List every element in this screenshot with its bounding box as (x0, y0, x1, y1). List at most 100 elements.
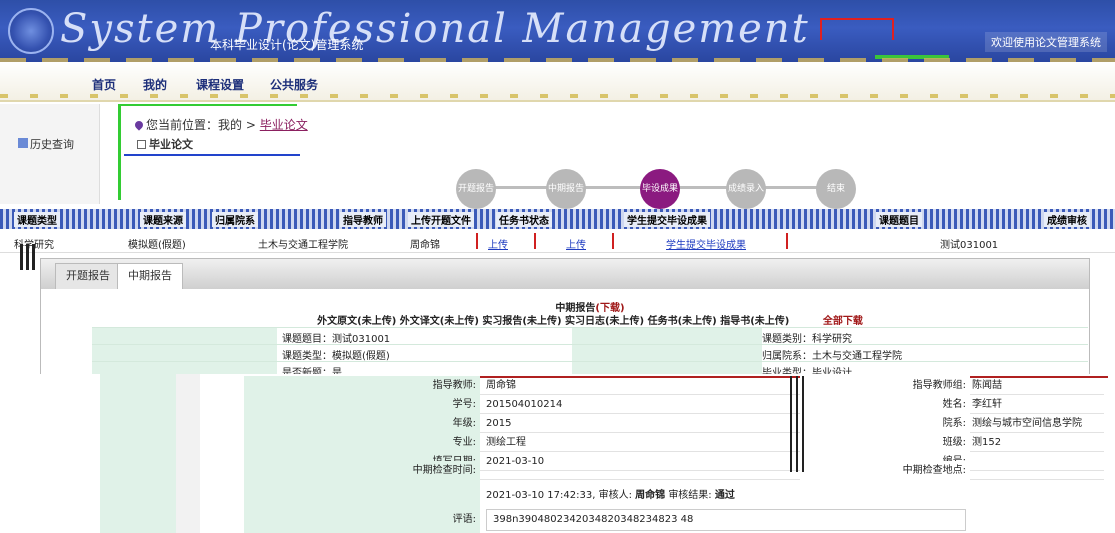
detail-side-panel (176, 374, 200, 533)
render-glitch (26, 244, 29, 270)
field-label: 年级: (244, 414, 480, 433)
step-proposal[interactable]: 开题报告 (456, 169, 496, 209)
nav-item-mine[interactable]: 我的 (143, 76, 167, 93)
report-field: 课题题目：测试031001 (282, 334, 391, 345)
label-cell (572, 328, 762, 345)
field-label: 指导教师: (244, 376, 480, 395)
table-row: 指导教师: 周命锦 指导教师组: 陈闻喆 (244, 376, 1104, 395)
comment-row: 评语: 398n3904802342034820348234823 48 (244, 506, 1104, 533)
step-end[interactable]: 结束 (816, 169, 856, 209)
field-label: 专业: (244, 433, 480, 452)
sidebar-item-history[interactable]: 历史查询 (30, 136, 74, 152)
field-value: 测152 (972, 437, 1002, 448)
cell-teacher: 周命锦 (410, 240, 440, 251)
field-label: 班级: (800, 433, 970, 452)
column-header: 指导教师 (340, 212, 386, 227)
annotation-mark (476, 233, 478, 249)
field-value: 测绘工程 (486, 437, 526, 448)
review-time: 2021-03-10 17:42:33, 审核人: (486, 490, 632, 501)
annotation-mark (612, 233, 614, 249)
label-cell (572, 345, 762, 362)
review-row: 2021-03-10 17:42:33, 审核人: 周命锦 审核结果: 通过 (244, 480, 1104, 506)
breadcrumb: 您当前位置：我的 > 毕业论文 (133, 116, 308, 133)
upload-link[interactable]: 上传 (566, 236, 586, 251)
annotation-mark (124, 154, 300, 156)
step-grading[interactable]: 成绩录入 (726, 169, 766, 209)
progress-steps: 开题报告 中期报告 毕设成果 成绩录入 结束 (448, 167, 868, 209)
breadcrumb-box: 您当前位置：我的 > 毕业论文 毕业论文 (118, 104, 308, 200)
location-pin-icon (133, 119, 145, 131)
column-header: 成绩审核 (1044, 212, 1090, 227)
field-label: 院系: (800, 414, 970, 433)
main-nav: 首页 我的 课程设置 公共服务 (0, 62, 1115, 102)
field-value: 李红轩 (972, 399, 1002, 410)
column-header: 课题题目 (876, 212, 922, 227)
tab-bar: 开题报告 中期报告 (41, 259, 1089, 289)
field-value: 201504010214 (486, 399, 563, 410)
history-icon (18, 138, 28, 148)
table-row: 专业: 测绘工程 班级: 测152 (244, 433, 1104, 452)
field-label: 中期检查地点: (800, 461, 970, 480)
step-midterm[interactable]: 中期报告 (546, 169, 586, 209)
label-cell (244, 480, 480, 506)
column-header: 上传开题文件 (408, 212, 474, 227)
comment-field[interactable]: 398n3904802342034820348234823 48 (486, 509, 966, 531)
table-row: 年级: 2015 院系: 测绘与城市空间信息学院 (244, 414, 1104, 433)
review-info: 2021-03-10 17:42:33, 审核人: 周命锦 审核结果: 通过 (486, 486, 735, 501)
attachments-status: 外文原文(未上传) 外文译文(未上传) 实习报告(未上传) 实习日志(未上传) … (92, 312, 1088, 327)
comment-label: 评语: (244, 506, 480, 533)
report-field: 课题类别：科学研究 (762, 334, 852, 345)
field-label: 姓名: (800, 395, 970, 414)
table-row: 科学研究 模拟题(假题) 土木与交通工程学院 周命锦 上传 上传 学生提交毕设成… (0, 231, 1115, 253)
annotation-mark (786, 233, 788, 249)
nav-item-course[interactable]: 课程设置 (196, 76, 244, 93)
report-row: 课题题目：测试031001 课题类别：科学研究 (92, 327, 1088, 345)
nav-item-public-service[interactable]: 公共服务 (270, 76, 318, 93)
column-header: 课题来源 (140, 212, 186, 227)
report-row: 课题类型：模拟题(假题) 归属院系：土木与交通工程学院 (92, 344, 1088, 362)
label-cell (92, 345, 277, 362)
breadcrumb-separator: > (245, 118, 256, 132)
info-table-header: 课题类型 课题来源 归属院系 指导教师 上传开题文件 任务书状态 学生提交毕设成… (0, 209, 1115, 229)
nav-decoration (0, 94, 1115, 98)
breadcrumb-prefix: 您当前位置：我的 (146, 118, 243, 132)
university-logo (8, 8, 54, 54)
render-glitch (802, 376, 804, 472)
cell-source: 模拟题(假题) (128, 240, 186, 251)
cell-dept: 土木与交通工程学院 (258, 240, 348, 251)
table-row: 中期检查时间: 中期检查地点: (244, 461, 1104, 480)
welcome-text: 欢迎使用论文管理系统 (985, 32, 1107, 52)
field-label: 指导教师组: (800, 376, 970, 395)
annotation-mark (121, 104, 297, 106)
column-header: 归属院系 (212, 212, 258, 227)
label-cell (92, 328, 277, 345)
render-glitch (20, 244, 23, 270)
nav-item-home[interactable]: 首页 (92, 76, 116, 93)
attachments-list: 外文原文(未上传) 外文译文(未上传) 实习报告(未上传) 实习日志(未上传) … (317, 316, 790, 327)
folder-icon (137, 140, 146, 149)
column-header: 任务书状态 (496, 212, 552, 227)
download-all-link[interactable]: 全部下载 (823, 316, 863, 327)
report-field: 归属院系：土木与交通工程学院 (762, 351, 902, 362)
detail-table: 指导教师: 周命锦 指导教师组: 陈闻喆 学号: 201504010214 姓名… (244, 376, 1104, 533)
field-value: 2015 (486, 418, 512, 429)
tab-midterm[interactable]: 中期报告 (117, 263, 183, 289)
annotation-mark (534, 233, 536, 249)
breadcrumb-current[interactable]: 毕业论文 (260, 118, 308, 132)
page-title: 毕业论文 (137, 136, 193, 152)
table-row: 学号: 201504010214 姓名: 李红轩 (244, 395, 1104, 414)
tab-proposal[interactable]: 开题报告 (55, 263, 121, 289)
render-glitch (790, 376, 792, 472)
step-results[interactable]: 毕设成果 (640, 169, 680, 209)
submit-results-link[interactable]: 学生提交毕设成果 (666, 236, 746, 251)
field-value: 周命锦 (486, 380, 516, 391)
upload-link[interactable]: 上传 (488, 236, 508, 251)
review-result-label: 审核结果: (668, 490, 712, 501)
annotation-mark (820, 18, 894, 40)
review-result: 通过 (714, 490, 735, 501)
page-title-label: 毕业论文 (149, 138, 193, 151)
banner-script-text: System Professional Management (60, 6, 810, 52)
header-banner: System Professional Management 本科毕业设计(论文… (0, 0, 1115, 62)
reviewer-name: 周命锦 (635, 490, 666, 501)
report-field: 课题类型：模拟题(假题) (282, 351, 390, 362)
